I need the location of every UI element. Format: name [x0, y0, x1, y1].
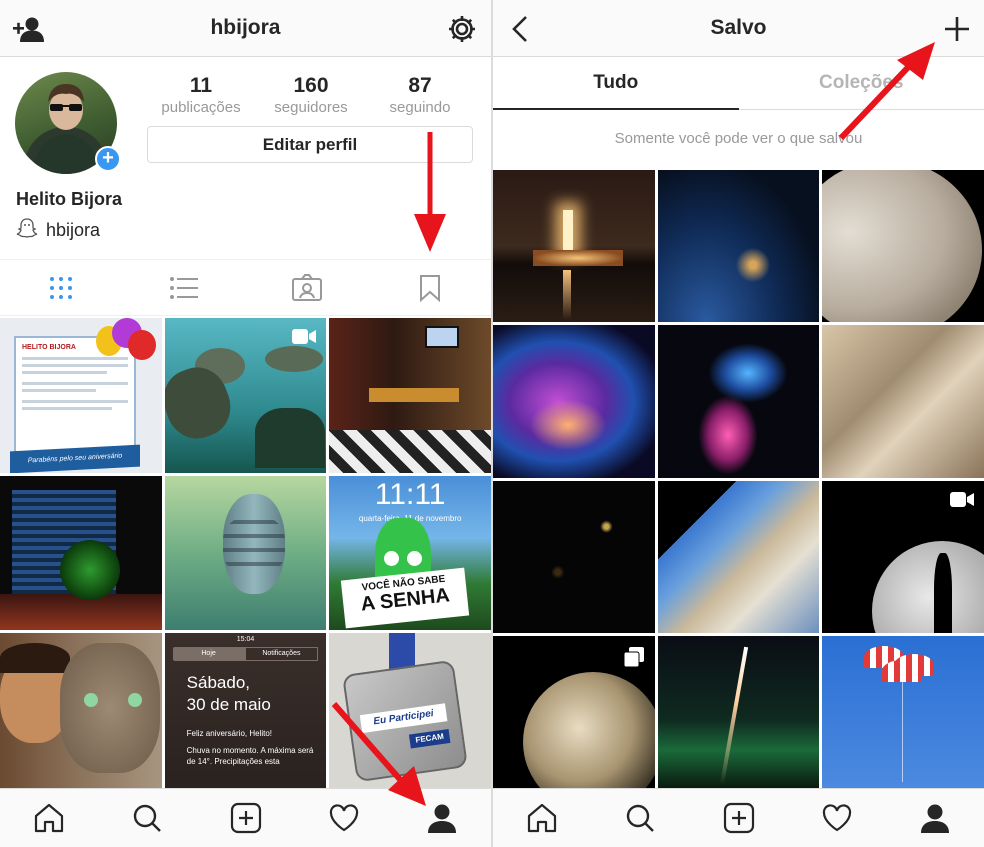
- saved-tabs: Tudo Coleções: [493, 57, 984, 110]
- profile-view-tabs: [0, 259, 491, 316]
- saved-bottom-nav: [493, 788, 984, 847]
- profile-full-name: Helito Bijora: [16, 189, 123, 209]
- home-icon[interactable]: [0, 789, 98, 847]
- saved-rocket-launch[interactable]: [493, 170, 655, 323]
- saved-posts-grid: [493, 170, 984, 788]
- video-camera-icon: [950, 491, 974, 507]
- saved-earth-horizon[interactable]: [657, 480, 820, 633]
- search-icon[interactable]: [98, 789, 196, 847]
- stat-following-label: seguindo: [389, 99, 451, 116]
- notif-tab-notifications: Notificações: [244, 647, 319, 662]
- notif-weather: Chuva no momento. A máxima será de 14°. …: [186, 746, 314, 767]
- new-post-icon[interactable]: [196, 789, 294, 847]
- list-view-icon[interactable]: [123, 260, 246, 315]
- snapchat-handle: hbijora: [46, 220, 101, 240]
- profile-icon[interactable]: [393, 789, 491, 847]
- notif-date-line1: Sábado,: [186, 673, 250, 693]
- saved-earth-night[interactable]: [657, 170, 820, 323]
- post-lockscreen-meme[interactable]: 11:11 quarta-feira, 11 de novembro VOCÊ …: [329, 475, 491, 631]
- saved-jupiter-clouds[interactable]: [822, 170, 984, 323]
- new-post-icon[interactable]: [689, 789, 787, 847]
- post-participation-medal[interactable]: Eu Participei FECAM: [329, 633, 491, 788]
- tagged-photos-icon[interactable]: [246, 260, 369, 315]
- home-icon[interactable]: [493, 789, 591, 847]
- profile-icon[interactable]: [886, 789, 984, 847]
- video-camera-icon: [292, 329, 317, 344]
- saved-parachutes-sky[interactable]: [822, 635, 984, 788]
- grid-view-icon[interactable]: [0, 260, 123, 315]
- stat-following[interactable]: 87 seguindo: [365, 74, 475, 116]
- notif-date-line2: 30 de maio: [186, 695, 271, 715]
- notif-birthday: Feliz aniversário, Helito!: [186, 729, 273, 739]
- tab-collections[interactable]: Coleções: [739, 57, 984, 109]
- settings-gear-icon[interactable]: [443, 10, 481, 48]
- snapchat-row[interactable]: hbijora: [16, 217, 100, 244]
- add-story-plus-icon[interactable]: +: [95, 146, 121, 172]
- stat-posts-number: 11: [189, 74, 213, 97]
- medal-text: Eu Participei: [360, 703, 448, 734]
- saved-aurora-rocket[interactable]: [657, 635, 820, 788]
- medal-brand: FECAM: [409, 729, 451, 749]
- profile-bottom-nav: [0, 788, 491, 847]
- stat-following-number: 87: [408, 74, 432, 97]
- saved-starfield[interactable]: [493, 480, 655, 633]
- activity-heart-icon[interactable]: [295, 789, 393, 847]
- notif-status-time: 15:04: [236, 636, 255, 644]
- post-selfie-cat[interactable]: [0, 633, 162, 788]
- saved-header: Salvo: [493, 0, 984, 57]
- stat-followers-number: 160: [293, 74, 329, 97]
- post-notification-screenshot[interactable]: 15:04 Hoje Notificações Sábado, 30 de ma…: [164, 633, 327, 788]
- saved-bookmark-icon[interactable]: [368, 260, 491, 315]
- post-fish-underwater[interactable]: [164, 475, 327, 631]
- stat-followers-label: seguidores: [274, 99, 348, 116]
- saved-privacy-notice: Somente você pode ver o que salvou: [614, 130, 863, 147]
- saved-jupiter-surface[interactable]: [822, 325, 984, 478]
- saved-galaxy-cluster[interactable]: [657, 325, 820, 478]
- snapchat-ghost-icon: [16, 217, 38, 244]
- profile-username: hbijora: [210, 16, 281, 39]
- add-person-icon[interactable]: [10, 10, 48, 48]
- profile-header: hbijora: [0, 0, 491, 57]
- stat-posts-label: publicações: [161, 99, 241, 116]
- post-building-night[interactable]: [0, 475, 162, 631]
- saved-nebula-colorful[interactable]: [493, 325, 655, 478]
- post-aquarium-video[interactable]: [164, 318, 327, 473]
- notif-tab-today: Hoje: [172, 647, 245, 662]
- profile-screen: hbijora + 11 publicações 160 seguidores …: [0, 0, 491, 847]
- add-collection-plus-icon[interactable]: [938, 10, 976, 48]
- stat-posts[interactable]: 11 publicações: [146, 74, 256, 116]
- saved-title: Salvo: [710, 16, 767, 39]
- edit-profile-button[interactable]: Editar perfil: [147, 126, 473, 163]
- tab-all[interactable]: Tudo: [493, 57, 739, 110]
- profile-posts-grid: HELITO BIJORA Parabéns pelo seu aniversá…: [0, 318, 491, 788]
- post-bar-interior[interactable]: [329, 318, 491, 473]
- activity-heart-icon[interactable]: [788, 789, 886, 847]
- post-birthday-card[interactable]: HELITO BIJORA Parabéns pelo seu aniversá…: [0, 318, 162, 473]
- saved-screen: Salvo Tudo Coleções Somente você pode ve…: [493, 0, 984, 847]
- search-icon[interactable]: [591, 789, 689, 847]
- back-chevron-icon[interactable]: [501, 10, 539, 48]
- saved-moon-silhouette-video[interactable]: [822, 480, 984, 633]
- multiple-photos-icon: [623, 646, 644, 668]
- stat-followers[interactable]: 160 seguidores: [256, 74, 366, 116]
- saved-planet-crescent[interactable]: [493, 635, 655, 788]
- lock-time: 11:11: [374, 477, 446, 511]
